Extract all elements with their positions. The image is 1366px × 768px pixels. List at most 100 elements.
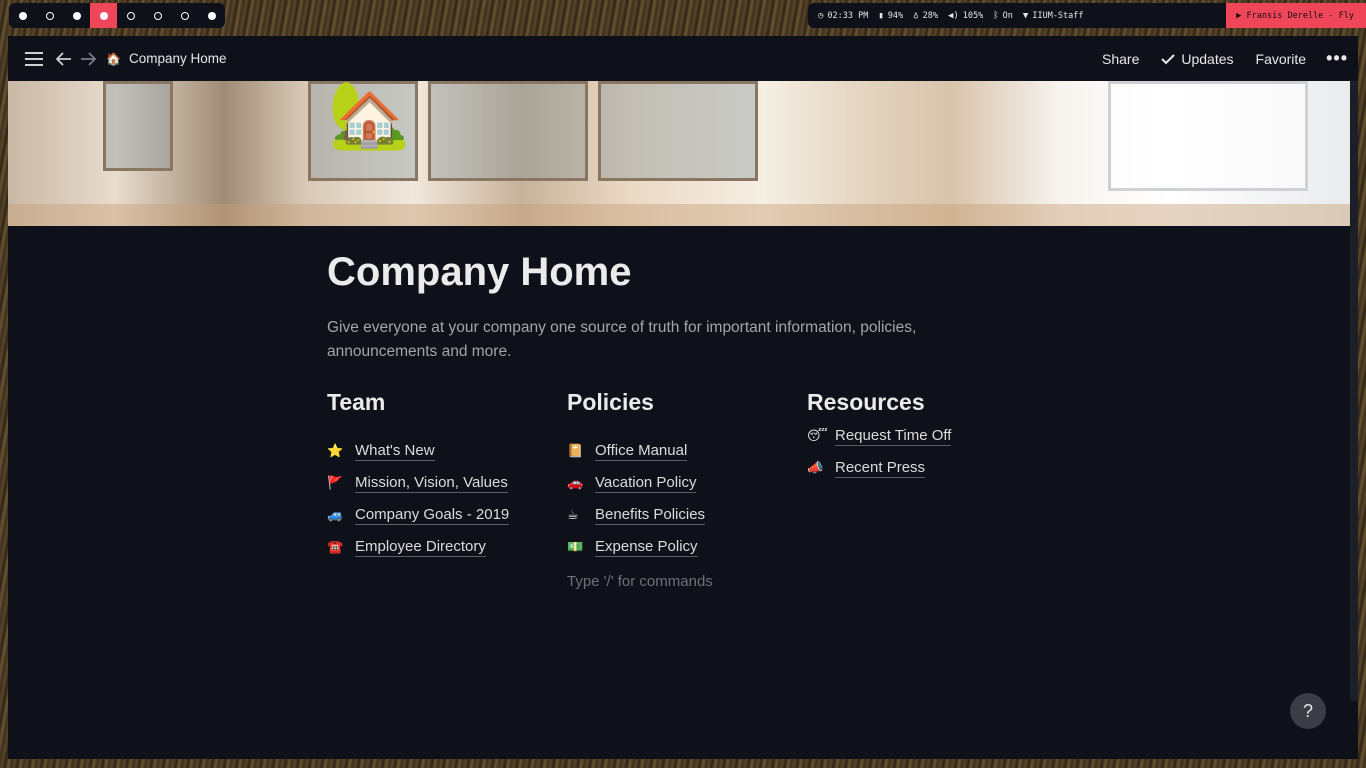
clock-icon: ◷ [818, 10, 824, 21]
page-link[interactable]: Vacation Policy [595, 474, 697, 493]
list-item[interactable]: 📔 Office Manual [567, 435, 807, 467]
share-button[interactable]: Share [1102, 51, 1139, 67]
workspace-2[interactable] [36, 3, 63, 28]
link-list: 📔 Office Manual 🚗 Vacation Policy ☕ Benefit… [567, 435, 807, 563]
workspace-switcher [9, 3, 225, 28]
cover-window-shape [1108, 81, 1308, 191]
coffee-icon: ☕ [567, 507, 579, 523]
list-item[interactable]: 🚩 Mission, Vision, Values [327, 467, 567, 499]
scrollbar[interactable] [1350, 81, 1358, 701]
battery-icon: ▮ [878, 10, 884, 21]
favorite-button[interactable]: Favorite [1256, 51, 1307, 67]
list-item[interactable]: 😴 Request Time Off [807, 420, 1047, 452]
clock-time: 02:33 PM [827, 10, 869, 21]
arrow-right-icon [81, 51, 96, 66]
list-item[interactable]: 🚙 Company Goals - 2019 [327, 499, 567, 531]
workspace-dot-icon [126, 11, 135, 20]
column-team: Team ⭐ What's New 🚩 Mission, Vision, Value… [327, 386, 567, 590]
command-placeholder[interactable]: Type '/' for commands [567, 573, 807, 590]
brightness-level: 28% [922, 10, 938, 21]
list-item[interactable]: 💵 Expense Policy [567, 531, 807, 563]
workspace-5[interactable] [117, 3, 144, 28]
arrow-left-icon [56, 51, 71, 66]
page-content: Company Home Give everyone at your compa… [327, 246, 1047, 590]
list-item[interactable]: ☕ Benefits Policies [567, 499, 807, 531]
back-button[interactable] [52, 47, 76, 71]
telephone-icon: ☎️ [327, 539, 344, 555]
money-icon: 💵 [567, 539, 584, 555]
bluetooth[interactable]: ᛒ On [993, 11, 1013, 21]
link-list: ⭐ What's New 🚩 Mission, Vision, Values 🚙 Co… [327, 435, 567, 563]
column-heading[interactable]: Policies [567, 386, 807, 418]
brightness: ♁ 28% [913, 11, 938, 21]
column-heading[interactable]: Resources [807, 386, 1047, 418]
list-item[interactable]: ⭐ What's New [327, 435, 567, 467]
column-policies: Policies 📔 Office Manual 🚗 Vacation Policy… [567, 386, 807, 590]
workspace-dot-icon [207, 11, 216, 20]
list-item[interactable]: 🚗 Vacation Policy [567, 467, 807, 499]
flag-icon: 🚩 [327, 475, 344, 491]
workspace-dot-icon [18, 11, 27, 20]
battery: ▮ 94% [878, 11, 903, 21]
column-resources: Resources 😴 Request Time Off 📣 Recent Pres… [807, 386, 1047, 590]
page-link[interactable]: Employee Directory [355, 538, 486, 557]
page-title[interactable]: Company Home [327, 246, 1047, 298]
updates-label: Updates [1181, 50, 1234, 67]
megaphone-icon: 📣 [807, 460, 824, 476]
workspace-dot-icon [72, 11, 81, 20]
workspace-3[interactable] [63, 3, 90, 28]
menu-button[interactable] [22, 47, 46, 71]
star-icon: ⭐ [327, 443, 344, 459]
updates-button[interactable]: Updates [1161, 50, 1234, 67]
workspace-6[interactable] [144, 3, 171, 28]
workspace-dot-icon [180, 11, 189, 20]
page-link[interactable]: Mission, Vision, Values [355, 474, 508, 493]
system-tray: ◷ 02:33 PM ▮ 94% ♁ 28% ◀) 105% ᛒ On ▼ IIUM-Sta… [808, 3, 1366, 28]
link-list: 😴 Request Time Off 📣 Recent Press [807, 420, 1047, 484]
more-options-icon[interactable]: ••• [1326, 48, 1348, 69]
cover-floor-shape [8, 204, 1358, 226]
workspace-8[interactable] [198, 3, 225, 28]
bulb-icon: ♁ [913, 10, 919, 21]
columns: Team ⭐ What's New 🚩 Mission, Vision, Value… [327, 386, 1047, 590]
page-link[interactable]: Expense Policy [595, 538, 698, 557]
topbar: 🏠 Company Home Share Updates Favorite ••… [8, 36, 1358, 81]
forward-button[interactable] [76, 47, 100, 71]
page-link[interactable]: Request Time Off [835, 427, 952, 446]
list-item[interactable]: 📣 Recent Press [807, 452, 1047, 484]
media-player[interactable]: ▶ Fransis Derelle - Fly [1226, 3, 1366, 28]
hamburger-icon [25, 51, 43, 66]
page-link[interactable]: Company Goals - 2019 [355, 506, 510, 525]
page-link[interactable]: Office Manual [595, 442, 688, 461]
wifi-ssid: IIUM-Staff [1032, 10, 1084, 21]
workspace-7[interactable] [171, 3, 198, 28]
volume[interactable]: ◀) 105% [948, 11, 983, 21]
wifi[interactable]: ▼ IIUM-Staff [1023, 11, 1084, 21]
cover-window-shape [598, 81, 758, 181]
clock: ◷ 02:33 PM [818, 11, 868, 21]
breadcrumb-title: Company Home [128, 51, 227, 66]
column-heading[interactable]: Team [327, 386, 567, 418]
car-icon: 🚙 [327, 507, 344, 523]
page-link[interactable]: Benefits Policies [595, 506, 706, 525]
cover-image[interactable] [8, 81, 1358, 226]
help-button[interactable]: ? [1290, 693, 1326, 729]
bluetooth-icon: ᛒ [993, 10, 999, 21]
media-title: Fransis Derelle - Fly [1246, 10, 1354, 21]
page-description[interactable]: Give everyone at your company one source… [327, 316, 967, 364]
workspace-4-active[interactable] [90, 3, 117, 28]
house-icon: 🏠 [106, 51, 121, 66]
workspace-1[interactable] [9, 3, 36, 28]
page-icon[interactable]: 🏡 [328, 76, 410, 154]
page-link[interactable]: What's New [355, 442, 435, 461]
car-icon: 🚗 [567, 475, 584, 491]
play-icon: ▶ [1236, 10, 1242, 21]
workspace-dot-icon [153, 11, 162, 20]
app-window: 🏠 Company Home Share Updates Favorite ••… [8, 36, 1358, 759]
page-link[interactable]: Recent Press [835, 459, 926, 478]
breadcrumb[interactable]: 🏠 Company Home [106, 51, 227, 66]
battery-level: 94% [887, 10, 904, 21]
cover-window-shape [428, 81, 588, 181]
sleeping-face-icon: 😴 [807, 428, 828, 444]
list-item[interactable]: ☎️ Employee Directory [327, 531, 567, 563]
